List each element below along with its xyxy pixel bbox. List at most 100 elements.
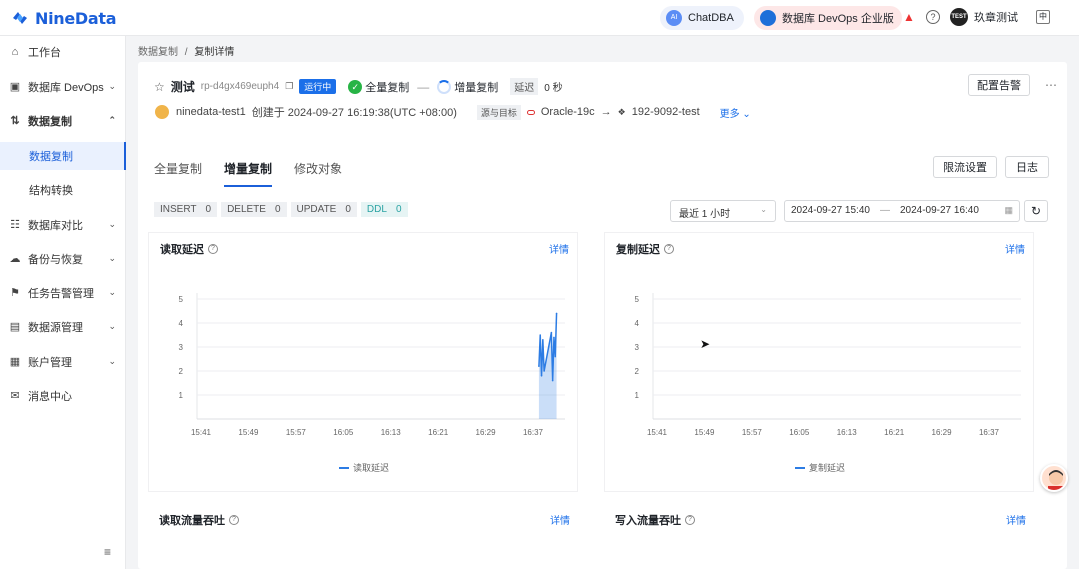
data-point [551,379,554,382]
help-icon[interactable]: ? [685,515,695,525]
language-icon[interactable]: 中 [1036,10,1050,24]
configure-alarm-button[interactable]: 配置告警 [968,74,1030,96]
main-content: 数据复制 / 复制详情 ☆ 测试 rp-d4gx469euph4 ❐ 运行中 ✓… [126,36,1079,569]
x-tick-label: 16:21 [884,428,905,437]
sidebar-item-backup[interactable]: ☁ 备份与恢复 ⌄ [0,247,126,271]
write-throughput-panel: 写入流量吞吐 ? 详情 [604,504,1034,528]
x-tick-label: 16:37 [979,428,1000,437]
sidebar-item-label: 数据复制 [29,151,73,163]
calendar-icon: ▦ [1004,205,1013,215]
status-badge: 运行中 [299,79,337,94]
y-tick-label: 1 [179,391,184,400]
target-name[interactable]: 192-9092-test [632,106,700,118]
repl-lag-panel: 复制延迟 ? 详情 1 2 3 4 5 15:41 15:49 15:57 16:05 16:13… [604,232,1034,492]
sidebar-item-db-compare[interactable]: ☷ 数据库对比 ⌄ [0,213,126,237]
repl-lag-legend[interactable]: 复制延迟 [605,461,1035,474]
data-point [555,312,558,315]
sidebar-item-datasource[interactable]: ▤ 数据源管理 ⌄ [0,315,126,339]
help-icon[interactable]: ? [208,244,218,254]
read-lag-detail-link[interactable]: 详情 [549,241,569,256]
read-throughput-detail-link[interactable]: 详情 [550,512,570,527]
ddl-counter: DDL 0 [360,202,408,217]
breadcrumb: 数据复制 / 复制详情 [138,43,234,58]
sidebar-item-label: 账户管理 [28,357,72,369]
source-name[interactable]: Oracle-19c [541,106,595,118]
read-throughput-panel: 读取流量吞吐 ? 详情 [148,504,578,528]
sidebar-item-label: 备份与恢复 [28,254,83,266]
creator-avatar [154,104,170,120]
notification-icon[interactable]: ▲ [902,10,916,24]
sidebar-item-replication[interactable]: ⇅ 数据复制 ⌃ [0,109,126,133]
created-at: 创建于 2024-09-27 16:19:38(UTC +08:00) [251,107,457,119]
monitor-icon: ▣ [9,81,21,93]
x-tick-label: 15:49 [694,428,715,437]
help-icon[interactable]: ? [229,515,239,525]
time-range-select[interactable]: 最近 1 小时 ⌄ [670,200,776,222]
favorite-star-icon[interactable]: ☆ [154,80,165,94]
x-tick-label: 16:29 [932,428,953,437]
y-tick-label: 5 [635,295,640,304]
source-target-label: 源与目标 [476,104,521,120]
sidebar-item-devops[interactable]: ▣ 数据库 DevOps ⌄ [0,75,126,99]
copy-icon[interactable]: ❐ [285,81,293,92]
assistant-avatar[interactable] [1040,464,1068,492]
insert-counter: INSERT 0 [154,202,218,217]
breadcrumb-parent[interactable]: 数据复制 [138,47,178,58]
write-throughput-detail-link[interactable]: 详情 [1006,512,1026,527]
chevron-up-icon: ⌃ [108,115,116,125]
loading-spinner-icon [437,79,452,94]
date-range-picker[interactable]: 2024-09-27 15:40 — 2024-09-27 16:40 ▦ [784,200,1020,222]
end-date[interactable]: 2024-09-27 16:40 [900,205,979,217]
sidebar-item-label: 数据源管理 [28,322,83,334]
stage-incr-label: 增量复制 [454,81,499,94]
devops-edition-button[interactable]: 数据库 DevOps 企业版 [754,6,902,30]
account-icon: ▦ [9,356,21,368]
x-tick-label: 15:41 [647,428,668,437]
sidebar-subitem-replication[interactable]: 数据复制 [0,142,126,170]
chatdba-button[interactable]: AI ChatDBA [660,6,744,30]
tab-modify-objects[interactable]: 修改对象 [294,160,342,187]
tab-incremental-replication[interactable]: 增量复制 [224,160,273,187]
user-name[interactable]: 玖章测试 [974,9,1018,25]
sidebar-item-alarm[interactable]: ⚑ 任务告警管理 ⌄ [0,281,126,305]
user-avatar[interactable]: TEST [950,8,968,26]
throttle-settings-button[interactable]: 限流设置 [933,156,997,178]
collapse-sidebar-icon[interactable]: ≡ [104,545,111,559]
repl-lag-title: 复制延迟 ? [616,241,674,257]
chevron-down-icon: ⌄ [108,287,116,297]
read-lag-legend[interactable]: 读取延迟 [149,461,579,474]
x-tick-label: 15:57 [286,428,307,437]
breadcrumb-current: 复制详情 [194,47,235,58]
more-link[interactable]: 更多 ⌄ [720,105,751,120]
lag-label: 延迟 [510,78,539,95]
help-icon[interactable]: ? [664,244,674,254]
backup-icon: ☁ [9,253,21,265]
sidebar-subitem-schema-convert[interactable]: 结构转换 [0,178,126,202]
repl-lag-detail-link[interactable]: 详情 [1005,241,1025,256]
y-tick-label: 3 [179,343,184,352]
sidebar-item-workbench[interactable]: ⌂ 工作台 [0,40,126,64]
sidebar-item-label: 消息中心 [28,391,72,403]
repl-lag-chart: 1 2 3 4 5 15:41 15:49 15:57 16:05 16:13 16:21 16:29… [635,293,1021,437]
sidebar-item-messages[interactable]: ✉ 消息中心 [0,384,126,408]
x-tick-label: 15:41 [191,428,212,437]
read-throughput-title: 读取流量吞吐 ? [159,512,239,528]
x-tick-label: 16:21 [428,428,449,437]
read-lag-chart: 1 2 3 4 5 15:41 15:49 15:57 16:05 16:13 16:21 16:29… [179,293,565,437]
refresh-button[interactable]: ↻ [1024,200,1048,222]
more-options-icon[interactable]: ⋯ [1045,78,1057,92]
sidebar-item-label: 任务告警管理 [28,288,94,300]
y-tick-label: 1 [635,391,640,400]
chevron-down-icon: ⌄ [108,356,116,366]
tab-full-replication[interactable]: 全量复制 [154,160,202,187]
brand-name: NineData [35,8,117,28]
brand-logo[interactable]: NineData [10,8,117,28]
lag-value: 0 秒 [544,83,563,94]
sidebar-item-account[interactable]: ▦ 账户管理 ⌄ [0,350,126,374]
stage-full: ✓ 全量复制 [348,79,409,95]
help-icon[interactable]: ? [926,10,940,24]
start-date[interactable]: 2024-09-27 15:40 [791,205,870,217]
stage-connector: — [417,79,430,94]
log-button[interactable]: 日志 [1005,156,1049,178]
x-tick-label: 15:57 [742,428,763,437]
